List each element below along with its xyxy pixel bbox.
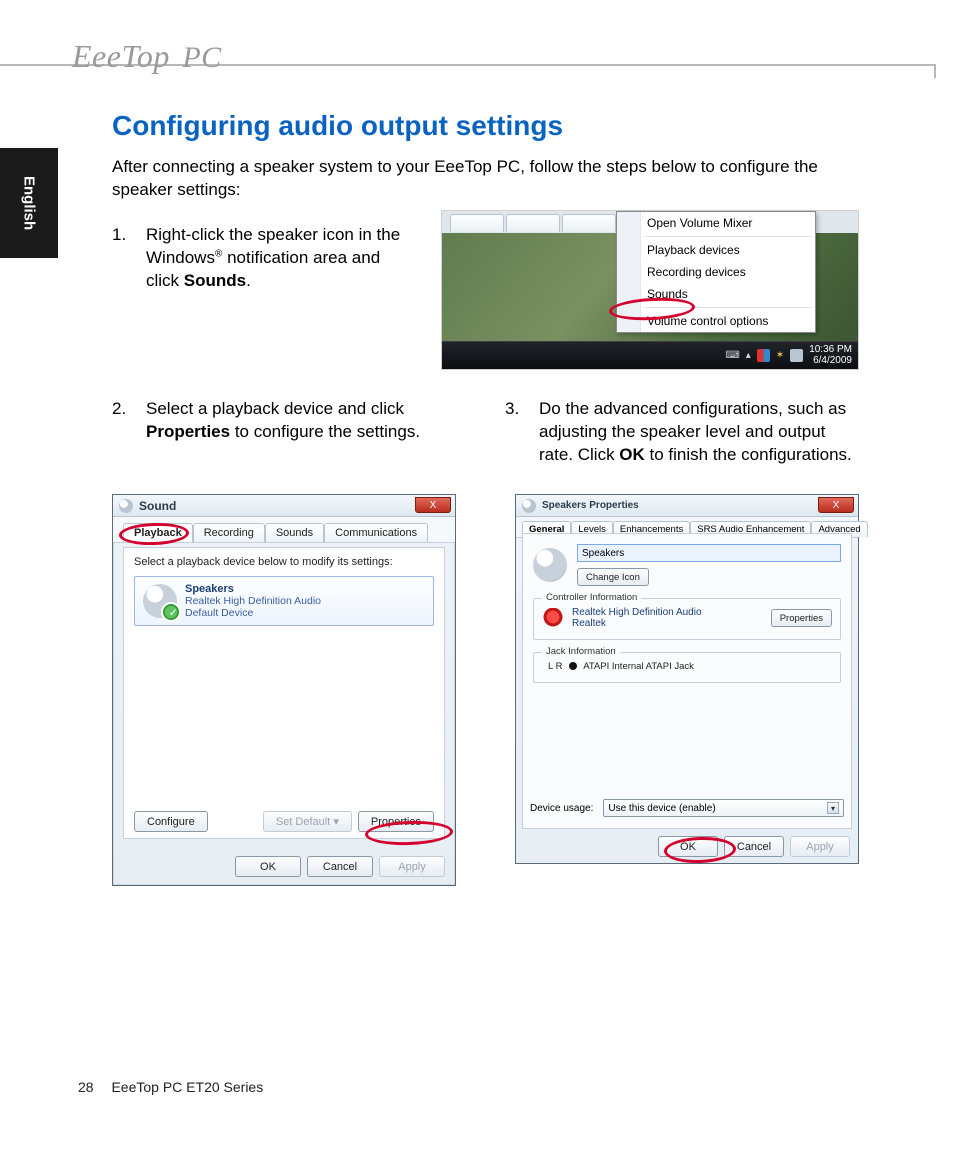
jack-lr: L R (548, 661, 562, 672)
volume-context-menu: Open Volume Mixer Playback devices Recor… (616, 211, 816, 333)
menu-item-sounds[interactable]: Sounds (617, 283, 815, 305)
tab-recording[interactable]: Recording (193, 523, 265, 542)
apply-button: Apply (790, 836, 850, 857)
device-sub2: Default Device (185, 607, 321, 619)
tray-keyboard-icon[interactable]: ⌨ (725, 350, 739, 361)
controller-name: Realtek High Definition Audio (572, 607, 763, 618)
step-2: 2. Select a playback device and click Pr… (112, 398, 469, 444)
step-3-number: 3. (505, 398, 539, 467)
step-2-text: Select a playback device and click Prope… (146, 398, 469, 444)
properties-button[interactable]: Properties (358, 811, 434, 832)
playback-device-item[interactable]: ✓ Speakers Realtek High Definition Audio… (134, 576, 434, 626)
menu-item-recording[interactable]: Recording devices (617, 261, 815, 283)
device-text: Speakers Realtek High Definition Audio D… (185, 583, 321, 619)
controller-legend: Controller Information (542, 592, 641, 603)
ok-button[interactable]: OK (658, 836, 718, 857)
tray-arrow-icon[interactable]: ▴ (746, 350, 751, 361)
jack-desc: ATAPI Internal ATAPI Jack (583, 661, 694, 672)
menu-item-playback[interactable]: Playback devices (617, 239, 815, 261)
controller-info-group: Controller Information Realtek High Defi… (533, 598, 841, 640)
step-1: 1. Right-click the speaker icon in the W… (112, 224, 412, 293)
jack-info-group: Jack Information L R ATAPI Internal ATAP… (533, 652, 841, 683)
ok-button[interactable]: OK (235, 856, 301, 877)
sound-titlebar[interactable]: Sound X (113, 495, 455, 517)
step-3-text: Do the advanced configurations, such as … (539, 398, 862, 467)
props-titlebar[interactable]: Speakers Properties X (516, 495, 858, 517)
step-3: 3. Do the advanced configurations, such … (505, 398, 862, 467)
props-title: Speakers Properties (542, 500, 639, 511)
speaker-large-icon (533, 548, 567, 582)
product-name: EeeTop PC ET20 Series (111, 1079, 263, 1095)
language-label: English (21, 176, 38, 230)
tray-flag-icon[interactable] (757, 349, 770, 362)
page-footer: 28 EeeTop PC ET20 Series (78, 1079, 263, 1095)
configure-button[interactable]: Configure (134, 811, 208, 832)
brand-name: EeeTop (72, 38, 170, 74)
menu-separator (645, 236, 811, 237)
step-2-number: 2. (112, 398, 146, 444)
screenshot-speakers-properties: Speakers Properties X General Levels Enh… (515, 494, 859, 864)
usage-combo[interactable]: Use this device (enable) ▾ (603, 799, 844, 817)
controller-vendor: Realtek (572, 618, 763, 629)
tray-volume-icon[interactable] (790, 349, 803, 362)
menu-separator (645, 307, 811, 308)
chevron-down-icon: ▾ (827, 802, 839, 814)
props-app-icon (522, 499, 536, 513)
cancel-button[interactable]: Cancel (724, 836, 784, 857)
jack-dot-icon (569, 662, 577, 670)
controller-properties-button[interactable]: Properties (771, 609, 832, 627)
brand-suffix: PC (182, 41, 221, 74)
sound-tabs: Playback Recording Sounds Communications (113, 517, 455, 543)
sound-hint: Select a playback device below to modify… (134, 556, 434, 568)
realtek-crab-icon (542, 608, 564, 628)
sound-body: Select a playback device below to modify… (123, 547, 445, 839)
set-default-button: Set Default ▾ (263, 811, 352, 832)
tab-communications[interactable]: Communications (324, 523, 428, 542)
close-button[interactable]: X (415, 497, 451, 513)
page-number: 28 (78, 1079, 94, 1095)
screenshot-context-menu: Open Volume Mixer Playback devices Recor… (441, 210, 859, 370)
sound-dialog-buttons: OK Cancel Apply (235, 856, 445, 877)
tab-sounds[interactable]: Sounds (265, 523, 324, 542)
taskbar: ⌨ ▴ ✶ 10:36 PM 6/4/2009 (442, 341, 858, 369)
props-body: Change Icon Controller Information Realt… (522, 533, 852, 829)
tab-decor (450, 214, 504, 232)
jack-legend: Jack Information (542, 646, 620, 657)
page-title: Configuring audio output settings (112, 110, 859, 142)
apply-button: Apply (379, 856, 445, 877)
close-button[interactable]: X (818, 497, 854, 513)
device-name: Speakers (185, 583, 321, 595)
brand-logo: EeeTop PC (72, 38, 222, 75)
tab-playback[interactable]: Playback (123, 523, 193, 542)
tab-decor (506, 214, 560, 232)
language-tab: English (0, 148, 58, 258)
usage-label: Device usage: (530, 803, 593, 814)
step-1-number: 1. (112, 224, 146, 293)
menu-item-volume-options[interactable]: Volume control options (617, 310, 815, 332)
device-usage-row: Device usage: Use this device (enable) ▾ (530, 799, 844, 817)
sound-app-icon (119, 499, 133, 513)
speaker-icon: ✓ (143, 584, 177, 618)
tray-time: 10:36 PM (809, 345, 852, 356)
sound-title: Sound (139, 499, 176, 513)
screenshot-sound-dialog: Sound X Playback Recording Sounds Commun… (112, 494, 456, 886)
menu-item-open-mixer[interactable]: Open Volume Mixer (617, 212, 815, 234)
device-name-input[interactable] (577, 544, 841, 562)
change-icon-button[interactable]: Change Icon (577, 568, 649, 586)
steps-row-2-3: 2. Select a playback device and click Pr… (112, 398, 862, 467)
props-dialog-buttons: OK Cancel Apply (658, 836, 850, 857)
jack-row: L R ATAPI Internal ATAPI Jack (542, 661, 832, 672)
tray-network-icon[interactable]: ✶ (776, 350, 784, 361)
tray-date: 6/4/2009 (809, 356, 852, 367)
tray-clock[interactable]: 10:36 PM 6/4/2009 (809, 345, 852, 366)
step-1-text: Right-click the speaker icon in the Wind… (146, 224, 412, 293)
cancel-button[interactable]: Cancel (307, 856, 373, 877)
usage-value: Use this device (enable) (608, 803, 715, 814)
intro-paragraph: After connecting a speaker system to you… (112, 156, 859, 202)
tab-decor (562, 214, 616, 232)
browser-tabs-decor (450, 214, 616, 232)
device-sub1: Realtek High Definition Audio (185, 595, 321, 607)
